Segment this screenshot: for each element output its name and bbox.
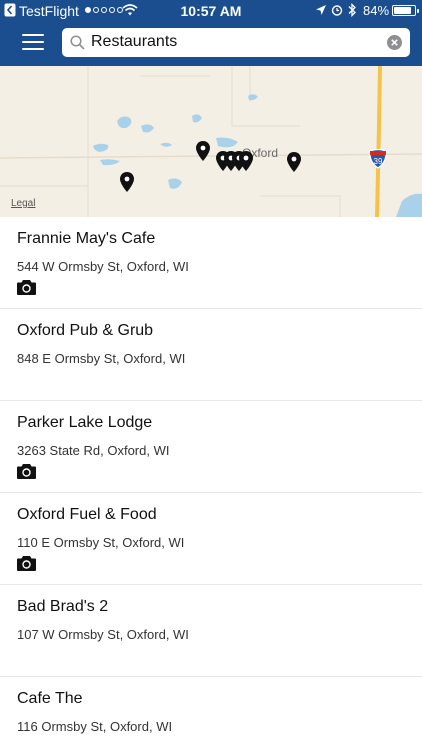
status-time: 10:57 AM <box>180 3 242 19</box>
camera-icon[interactable] <box>17 279 36 295</box>
map-view[interactable]: 39 Oxford Legal <box>0 66 422 217</box>
camera-icon[interactable] <box>17 555 36 571</box>
map-pin-icon[interactable] <box>196 141 210 161</box>
interstate-shield-icon: 39 <box>369 149 387 169</box>
camera-icon[interactable] <box>17 463 36 479</box>
list-item[interactable]: Cafe The 116 Ormsby St, Oxford, WI <box>0 677 422 750</box>
place-address: 107 W Ormsby St, Oxford, WI <box>17 627 189 642</box>
map-pin-icon[interactable] <box>120 172 134 192</box>
place-name: Oxford Pub & Grub <box>17 322 154 339</box>
search-query-text[interactable]: Restaurants <box>91 33 177 51</box>
list-item[interactable]: Frannie May's Cafe 544 W Ormsby St, Oxfo… <box>0 217 422 309</box>
list-item[interactable]: Oxford Fuel & Food 110 E Ormsby St, Oxfo… <box>0 493 422 585</box>
status-bar: TestFlight 10:57 AM 84% <box>0 0 422 22</box>
map-pin-icon[interactable] <box>239 151 253 171</box>
alarm-clock-icon <box>331 5 343 16</box>
map-base-layer <box>0 66 422 217</box>
list-item[interactable]: Oxford Pub & Grub 848 E Ormsby St, Oxfor… <box>0 309 422 401</box>
place-address: 116 Ormsby St, Oxford, WI <box>17 719 173 734</box>
place-name: Bad Brad's 2 <box>17 598 109 615</box>
map-pin-icon[interactable] <box>287 152 301 172</box>
place-name: Parker Lake Lodge <box>17 414 153 431</box>
legal-link[interactable]: Legal <box>11 198 35 209</box>
battery-percent: 84% <box>363 3 390 18</box>
place-name: Cafe The <box>17 690 83 707</box>
place-name: Oxford Fuel & Food <box>17 506 157 523</box>
battery-icon <box>392 5 419 16</box>
hamburger-menu-icon[interactable] <box>22 34 44 50</box>
place-name: Frannie May's Cafe <box>17 230 156 247</box>
results-list: Frannie May's Cafe 544 W Ormsby St, Oxfo… <box>0 217 422 750</box>
place-address: 848 E Ormsby St, Oxford, WI <box>17 351 186 366</box>
list-item[interactable]: Bad Brad's 2 107 W Ormsby St, Oxford, WI <box>0 585 422 677</box>
location-arrow-icon <box>316 5 326 15</box>
search-input[interactable]: Restaurants <box>62 28 410 57</box>
place-address: 110 E Ormsby St, Oxford, WI <box>17 535 185 550</box>
place-address: 3263 State Rd, Oxford, WI <box>17 443 170 458</box>
app-bar: TestFlight 10:57 AM 84% Restaurants <box>0 0 422 66</box>
bluetooth-icon <box>348 3 356 17</box>
place-address: 544 W Ormsby St, Oxford, WI <box>17 259 189 274</box>
search-icon <box>70 35 85 50</box>
interstate-number: 39 <box>374 157 383 166</box>
battery-level-fill <box>394 7 411 14</box>
clear-icon[interactable] <box>387 35 402 50</box>
list-item[interactable]: Parker Lake Lodge 3263 State Rd, Oxford,… <box>0 401 422 493</box>
